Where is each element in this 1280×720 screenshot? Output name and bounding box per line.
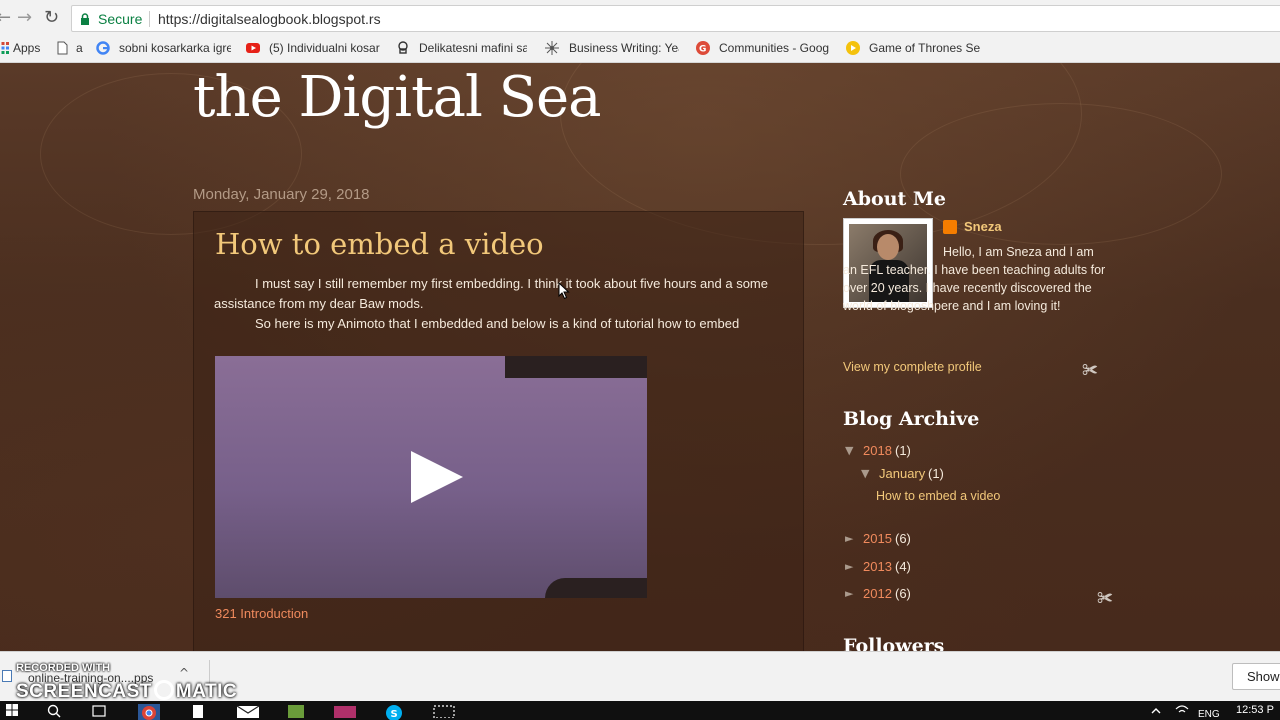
- bookmarks-bar: Apps a sobni kosarkarka igre (5) Individ…: [0, 37, 1280, 63]
- chevron-up-icon[interactable]: ^: [179, 666, 189, 680]
- show-all-button[interactable]: Show: [1232, 663, 1280, 690]
- address-separator: [149, 11, 150, 27]
- embedded-video[interactable]: [215, 356, 647, 598]
- windows-taskbar: S ENG 12:53 P: [0, 701, 1280, 720]
- bookmark-sobni-kosarkarka[interactable]: sobni kosarkarka igre: [119, 41, 231, 59]
- windows-start-icon[interactable]: [6, 704, 18, 716]
- archive-toggle-january[interactable]: ▼: [861, 467, 869, 480]
- post-paragraph: So here is my Animoto that I embedded an…: [255, 316, 740, 331]
- about-text: Hello, I am Sneza and I am an EFL teache…: [843, 245, 1106, 313]
- language-indicator[interactable]: ENG: [1198, 709, 1220, 720]
- archive-month-january[interactable]: January: [879, 466, 925, 481]
- archive-toggle-2012[interactable]: ►: [845, 587, 853, 600]
- archive-count: (6): [895, 531, 911, 546]
- minecraft-icon[interactable]: [286, 704, 306, 718]
- lock-icon: [81, 13, 89, 25]
- blog-post: How to embed a video I must say I still …: [193, 211, 804, 651]
- back-arrow-icon[interactable]: ←: [0, 9, 11, 27]
- download-bar: online-training-on....pps ^ Show RECORDE…: [0, 651, 1280, 703]
- app-icon[interactable]: [333, 704, 357, 718]
- play-icon[interactable]: [411, 451, 463, 503]
- archive-count: (1): [928, 466, 944, 481]
- page-icon: [57, 41, 68, 55]
- chrome-icon[interactable]: [138, 704, 160, 720]
- watermark-recorded-with: RECORDED WITH: [16, 662, 111, 674]
- archive-toggle-2018[interactable]: ▼: [845, 444, 853, 457]
- archive-year-2015[interactable]: 2015: [863, 531, 892, 546]
- post-date: Monday, January 29, 2018: [193, 186, 370, 203]
- mouse-cursor-icon: [558, 282, 570, 300]
- blog-page: the Digital Sea Monday, January 29, 2018…: [0, 63, 1280, 651]
- edit-tools-icon[interactable]: ✀: [1081, 361, 1099, 379]
- google-plus-icon: G: [696, 41, 710, 55]
- view-profile-link[interactable]: View my complete profile: [843, 360, 982, 374]
- snipping-tool-icon[interactable]: [433, 704, 455, 718]
- blog-archive-heading: Blog Archive: [843, 408, 980, 430]
- bookmark-a[interactable]: a: [76, 41, 86, 59]
- skype-icon[interactable]: S: [384, 704, 404, 720]
- archive-year-2013[interactable]: 2013: [863, 559, 892, 574]
- chef-icon: [398, 41, 408, 54]
- network-icon: [545, 41, 559, 55]
- url-omnibox[interactable]: Secure https://digitalsealogbook.blogspo…: [71, 5, 1280, 32]
- document-icon[interactable]: [191, 704, 205, 718]
- bookmark-yellow-icon: [846, 41, 860, 55]
- url-text[interactable]: https://digitalsealogbook.blogspot.rs: [158, 11, 381, 27]
- archive-count: (1): [895, 443, 911, 458]
- post-paragraph: I must say I still remember my first emb…: [214, 276, 768, 311]
- address-bar: ← → ↻ Secure https://digitalsealogbook.b…: [0, 0, 1280, 37]
- watermark-right: MATIC: [175, 681, 238, 702]
- secure-label: Secure: [98, 11, 143, 27]
- blog-title[interactable]: the Digital Sea: [193, 65, 602, 130]
- svg-text:G: G: [699, 45, 706, 55]
- task-view-icon[interactable]: [90, 704, 108, 718]
- forward-arrow-icon[interactable]: →: [17, 9, 33, 27]
- bookmark-individualni-kosar[interactable]: (5) Individualni kosar: [269, 41, 381, 59]
- youtube-icon: [246, 43, 260, 53]
- video-caption-link[interactable]: 321 Introduction: [215, 606, 308, 621]
- svg-text:S: S: [391, 709, 398, 720]
- chevron-up-icon[interactable]: [1150, 704, 1162, 716]
- post-body: I must say I still remember my first emb…: [214, 274, 784, 334]
- clock[interactable]: 12:53 P: [1236, 704, 1274, 716]
- apps-grid-icon: [1, 42, 9, 54]
- search-icon[interactable]: [47, 704, 61, 718]
- blogger-icon: [943, 220, 957, 234]
- google-icon: [96, 41, 110, 55]
- profile-name-link[interactable]: Sneza: [964, 219, 1002, 234]
- archive-count: (6): [895, 586, 911, 601]
- wifi-icon[interactable]: [1175, 704, 1189, 716]
- edit-tools-icon[interactable]: ✀: [1096, 589, 1114, 607]
- bookmark-business-writing[interactable]: Business Writing: Yea: [569, 41, 679, 59]
- archive-toggle-2013[interactable]: ►: [845, 560, 853, 573]
- mail-icon[interactable]: [236, 704, 260, 718]
- bookmark-delikatesni-mafini[interactable]: Delikatesni mafini sa: [419, 41, 527, 59]
- archive-year-2012[interactable]: 2012: [863, 586, 892, 601]
- bookmark-communities-google[interactable]: Communities - Goog: [719, 41, 829, 59]
- watermark-o-icon: [153, 680, 174, 700]
- watermark-left: SCREENCAST: [16, 681, 152, 702]
- archive-year-2018[interactable]: 2018: [863, 443, 892, 458]
- video-frame-dark: [545, 578, 647, 598]
- followers-heading: Followers: [843, 635, 945, 651]
- screencast-watermark: SCREENCAST MATIC: [16, 680, 237, 703]
- archive-toggle-2015[interactable]: ►: [845, 532, 853, 545]
- file-icon: [2, 670, 12, 682]
- about-me-heading: About Me: [843, 188, 947, 210]
- bookmark-apps[interactable]: Apps: [13, 41, 43, 59]
- archive-post-link[interactable]: How to embed a video: [876, 489, 1000, 503]
- post-title[interactable]: How to embed a video: [215, 227, 544, 261]
- reload-icon[interactable]: ↻: [44, 8, 62, 28]
- video-frame-dark: [505, 356, 647, 378]
- archive-count: (4): [895, 559, 911, 574]
- bookmark-game-of-thrones[interactable]: Game of Thrones Se: [869, 41, 981, 59]
